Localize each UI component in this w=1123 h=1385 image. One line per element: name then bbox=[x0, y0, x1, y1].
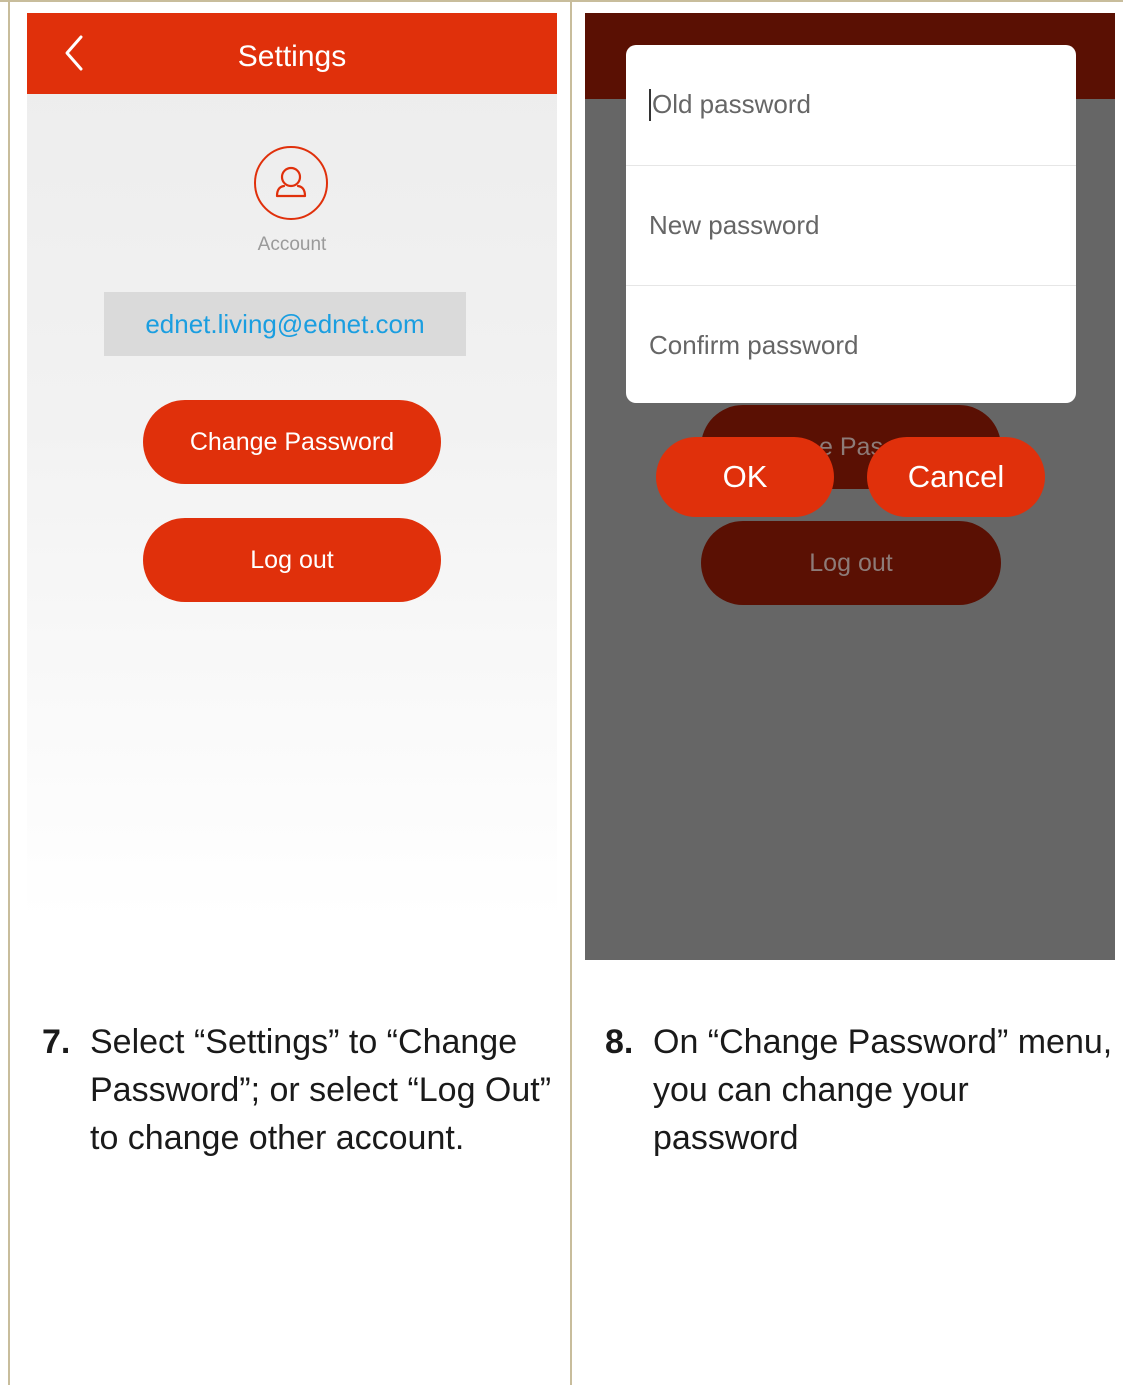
table-left-border bbox=[8, 0, 10, 1385]
confirm-password-placeholder: Confirm password bbox=[649, 329, 859, 360]
text-cursor bbox=[649, 88, 651, 121]
step-text: Select “Settings” to “Change Password”; … bbox=[90, 1023, 552, 1157]
step-7-caption: 7. Select “Settings” to “Change Password… bbox=[42, 1018, 562, 1162]
confirm-password-field[interactable]: Confirm password bbox=[626, 285, 1076, 404]
account-label: Account bbox=[257, 234, 327, 255]
change-password-screen: e Pas Log out Old password New password … bbox=[585, 13, 1115, 960]
old-password-placeholder: Old password bbox=[652, 89, 811, 119]
step-8-caption: 8. On “Change Password” menu, you can ch… bbox=[605, 1018, 1120, 1162]
new-password-placeholder: New password bbox=[649, 209, 820, 240]
settings-header: Settings bbox=[27, 13, 557, 94]
ok-button[interactable]: OK bbox=[656, 437, 834, 517]
account-avatar-icon[interactable] bbox=[253, 145, 329, 221]
new-password-field[interactable]: New password bbox=[626, 165, 1076, 284]
step-number: 8. bbox=[605, 1023, 634, 1061]
change-password-dialog: Old password New password Confirm passwo… bbox=[626, 45, 1076, 403]
log-out-button[interactable]: Log out bbox=[143, 518, 441, 602]
cancel-button[interactable]: Cancel bbox=[867, 437, 1045, 517]
settings-screen: Settings Account ednet.living@ednet.com … bbox=[27, 13, 557, 920]
step-text: On “Change Password” menu, you can chang… bbox=[653, 1023, 1113, 1157]
step-number: 7. bbox=[42, 1023, 71, 1061]
change-password-button[interactable]: Change Password bbox=[143, 400, 441, 484]
old-password-field[interactable]: Old password bbox=[626, 45, 1076, 164]
account-email: ednet.living@ednet.com bbox=[104, 292, 466, 356]
table-top-border bbox=[0, 0, 1123, 2]
table-column-divider bbox=[570, 0, 572, 1385]
dimmed-log-out-button: Log out bbox=[701, 521, 1001, 605]
page-title: Settings bbox=[237, 40, 347, 73]
